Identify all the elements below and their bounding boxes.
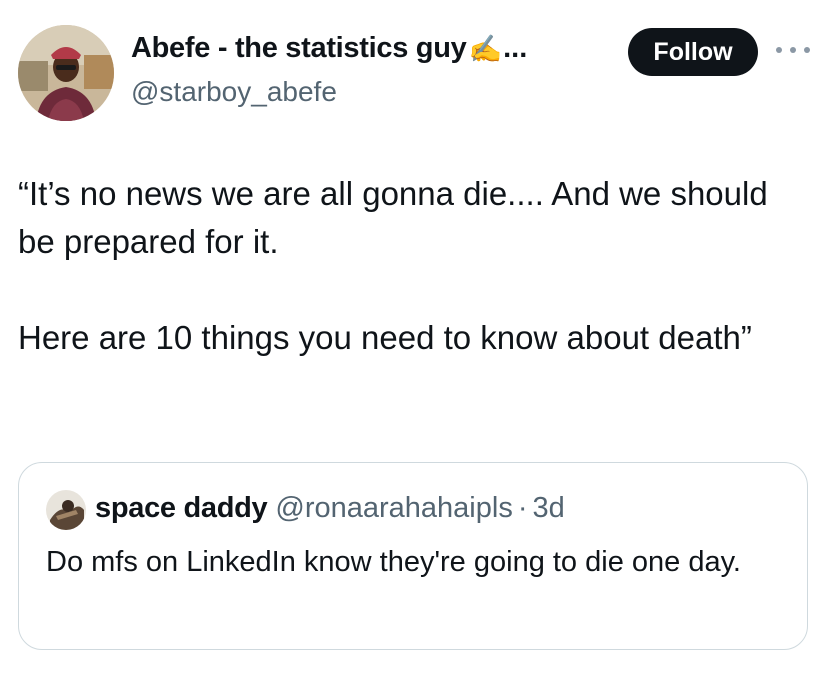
quoted-author-handle[interactable]: @ronaarahahaipls (275, 492, 512, 525)
quoted-tweet-header: space daddy @ronaarahahaipls · 3d (95, 492, 565, 525)
writing-hand-emoji-icon: ✍️ (468, 33, 503, 64)
tweet-paragraph: “It’s no news we are all gonna die.... A… (18, 175, 768, 260)
tweet-text: “It’s no news we are all gonna die.... A… (18, 170, 798, 362)
quoted-author-avatar-icon[interactable] (46, 490, 86, 530)
quoted-tweet-card[interactable]: space daddy @ronaarahahaipls · 3d Do mfs… (18, 462, 808, 650)
more-dot (804, 47, 810, 53)
tweet: Abefe - the statistics guy ✍️ ... @starb… (0, 0, 828, 685)
name-truncation: ... (503, 32, 528, 64)
author-handle[interactable]: @starboy_abefe (131, 76, 337, 108)
more-dot (776, 47, 782, 53)
quoted-tweet-timestamp[interactable]: 3d (533, 492, 565, 525)
more-dot (790, 47, 796, 53)
quoted-author-name[interactable]: space daddy (95, 492, 268, 525)
author-name-row[interactable]: Abefe - the statistics guy ✍️ ... (131, 32, 527, 65)
header-separator: · (517, 492, 528, 524)
more-options-icon[interactable] (776, 40, 810, 60)
tweet-paragraph: Here are 10 things you need to know abou… (18, 319, 752, 356)
author-avatar-icon[interactable] (18, 25, 114, 121)
author-display-name[interactable]: Abefe - the statistics guy (131, 32, 467, 65)
follow-button[interactable]: Follow (628, 28, 758, 76)
quoted-tweet-text: Do mfs on LinkedIn know they're going to… (46, 546, 741, 578)
